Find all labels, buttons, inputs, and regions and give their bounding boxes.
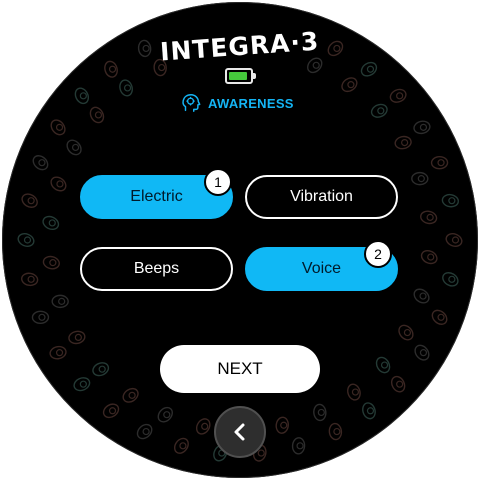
- decor-swirl: [51, 294, 69, 309]
- decor-swirl: [31, 310, 50, 325]
- decor-swirl: [50, 176, 67, 192]
- decor-swirl: [49, 345, 67, 360]
- option-electric-label: Electric: [130, 188, 183, 205]
- option-voice-order-badge: 2: [364, 240, 392, 268]
- mode-indicator: AWARENESS: [180, 92, 294, 114]
- decor-swirl: [119, 79, 133, 97]
- option-beeps-label: Beeps: [133, 260, 180, 277]
- decor-swirl: [136, 423, 153, 440]
- decor-swirl: [411, 171, 429, 186]
- decor-swirl: [389, 88, 407, 103]
- decor-swirl: [21, 193, 38, 208]
- decor-swirl: [360, 61, 378, 77]
- battery-level-fill: [229, 72, 247, 80]
- decor-swirl: [398, 324, 414, 341]
- decor-swirl: [102, 403, 120, 419]
- decor-swirl: [32, 155, 49, 171]
- decor-swirl: [157, 406, 173, 423]
- decor-swirl: [89, 106, 105, 124]
- chevron-left-icon: [234, 423, 245, 441]
- decor-swirl: [441, 193, 460, 208]
- battery-icon: [225, 68, 256, 84]
- decor-swirl: [341, 77, 358, 93]
- decor-swirl: [74, 87, 90, 105]
- decor-swirl: [50, 119, 66, 136]
- decor-swirl: [66, 139, 82, 156]
- option-voice-label: Voice: [301, 260, 342, 277]
- option-electric-order: 1: [214, 174, 222, 190]
- decor-swirl: [313, 403, 327, 422]
- decor-swirl: [68, 330, 86, 345]
- battery-tip: [253, 73, 256, 79]
- decor-swirl: [328, 422, 343, 441]
- decor-swirl: [442, 272, 459, 287]
- option-vibration-label: Vibration: [290, 188, 353, 205]
- decor-swirl: [362, 402, 376, 420]
- decor-swirl: [430, 155, 449, 170]
- back-button[interactable]: [214, 406, 266, 458]
- decor-swirl: [413, 120, 431, 135]
- decor-swirl: [420, 249, 438, 265]
- decor-swirl: [420, 210, 438, 225]
- decor-swirl: [445, 233, 463, 247]
- decor-swirl: [370, 103, 388, 118]
- decor-swirl: [431, 309, 448, 325]
- decor-swirl: [73, 377, 91, 392]
- decor-swirl: [104, 60, 118, 78]
- mode-label: AWARENESS: [208, 95, 294, 111]
- decor-swirl: [92, 362, 110, 377]
- decor-swirl: [413, 288, 430, 304]
- decor-swirl: [375, 356, 391, 374]
- decor-swirl: [291, 437, 306, 455]
- decor-swirl: [394, 135, 412, 150]
- decor-swirl: [195, 418, 211, 435]
- app-title-text: INTEGRA·3: [159, 26, 321, 67]
- option-electric-order-badge: 1: [204, 168, 232, 196]
- option-beeps-button[interactable]: Beeps: [80, 247, 233, 291]
- decor-swirl: [275, 416, 289, 434]
- decor-swirl: [20, 272, 39, 287]
- head-brain-icon: [182, 94, 201, 112]
- next-button-label: NEXT: [217, 359, 263, 378]
- decor-swirl: [173, 437, 189, 454]
- decor-swirl: [17, 233, 35, 247]
- decor-swirl: [42, 215, 60, 231]
- option-voice-order: 2: [374, 246, 382, 262]
- next-button[interactable]: NEXT: [160, 345, 320, 393]
- option-vibration-button[interactable]: Vibration: [245, 175, 398, 219]
- decor-swirl: [42, 255, 60, 270]
- decor-swirl: [390, 375, 406, 393]
- decor-swirl: [122, 387, 139, 403]
- decor-swirl: [414, 344, 430, 361]
- watch-face: INTEGRA·3 AWARENESS Electric 1 Vibration…: [2, 2, 478, 478]
- decor-swirl: [347, 383, 361, 401]
- app-title: INTEGRA·3: [2, 26, 478, 66]
